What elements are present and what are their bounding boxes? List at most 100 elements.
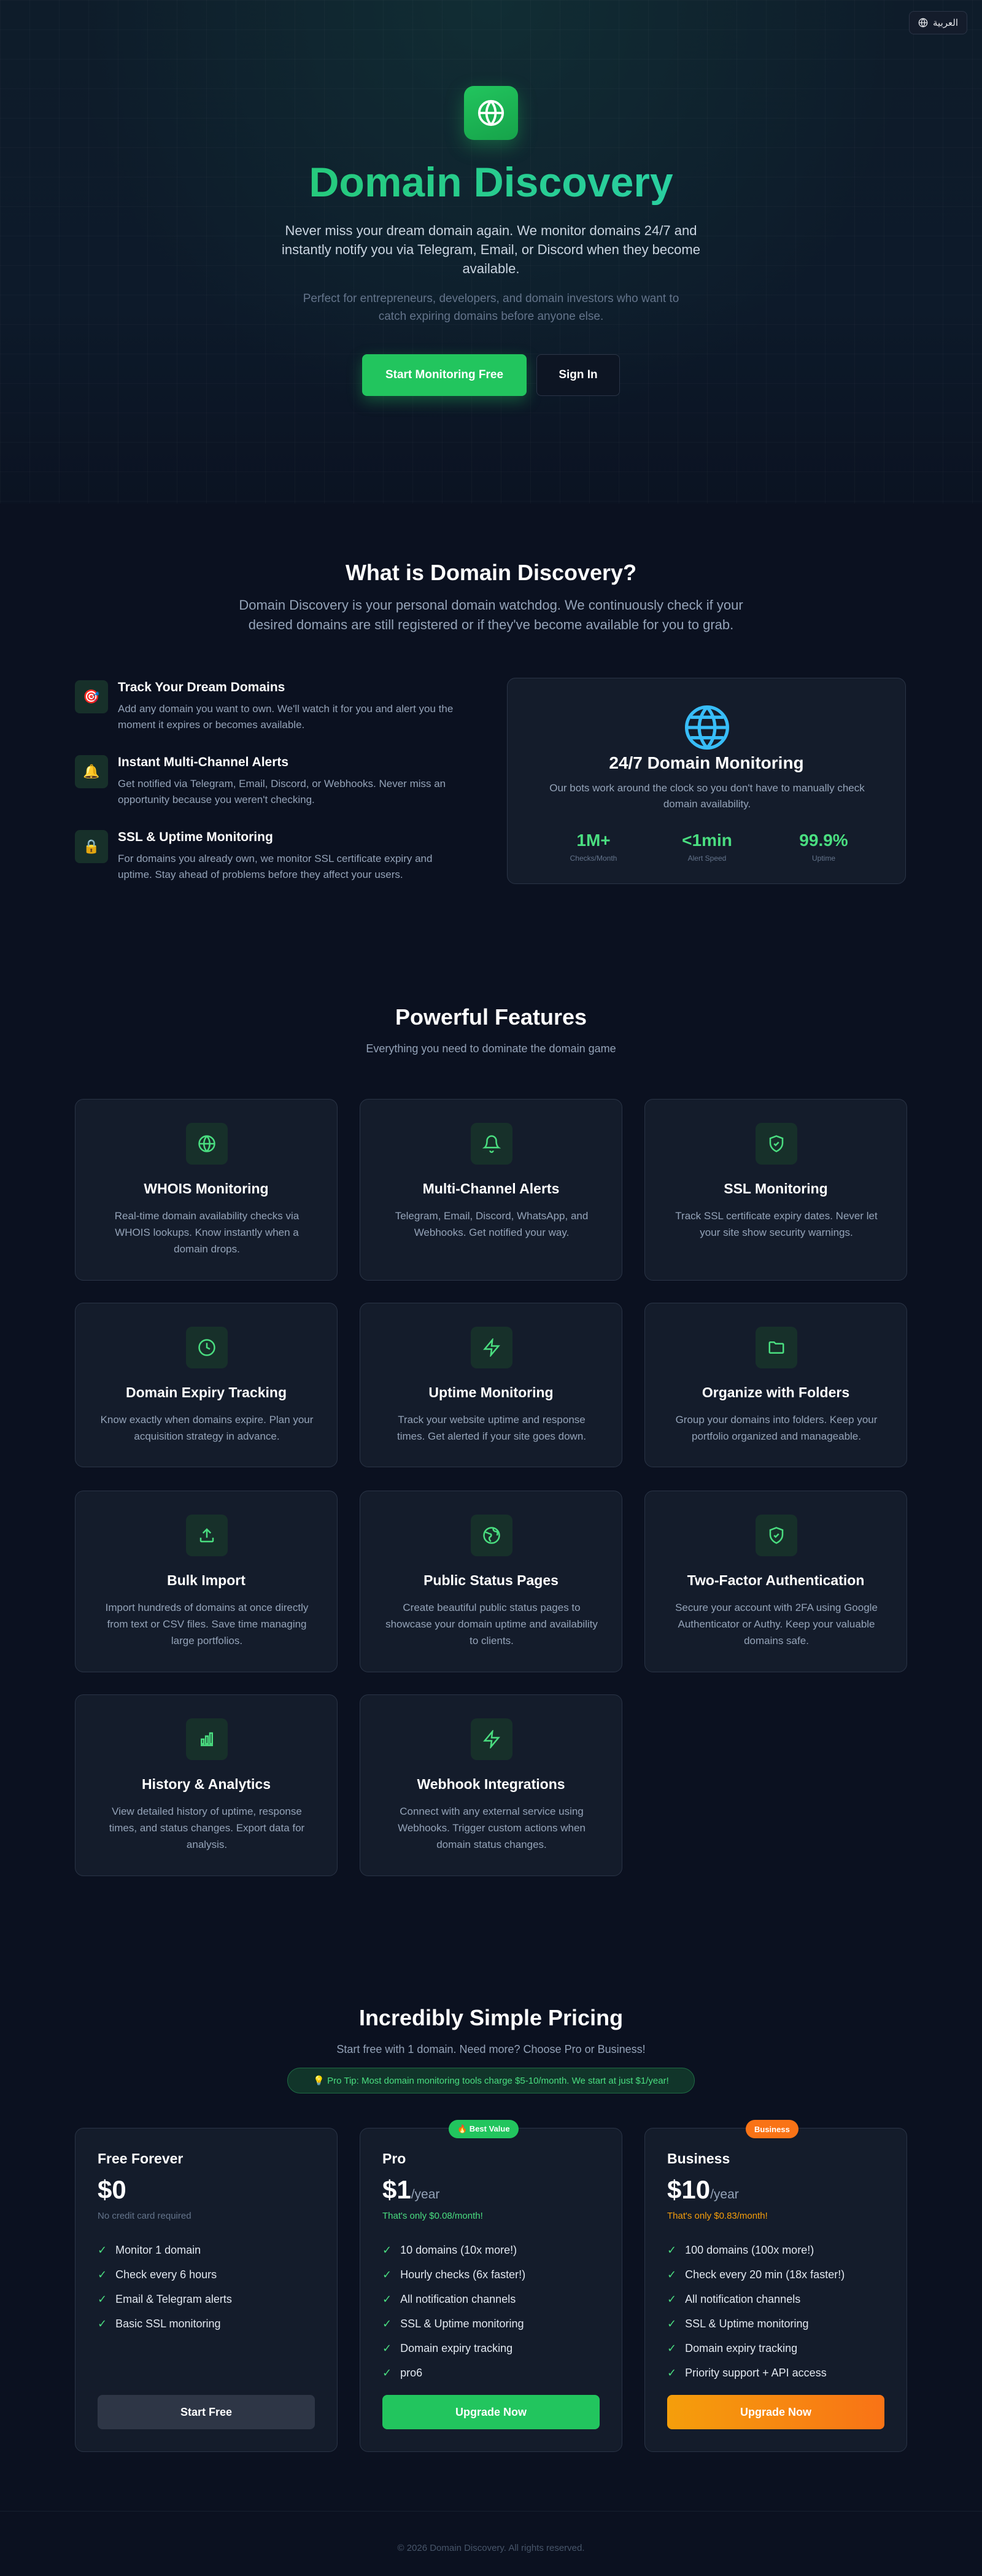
list-item: ✓ Priority support + API access bbox=[667, 2366, 827, 2379]
feature-card-status-pages: Public Status Pages Create beautiful pub… bbox=[360, 1491, 622, 1672]
start-monitoring-button[interactable]: Start Monitoring Free bbox=[362, 354, 527, 396]
shield-icon bbox=[756, 1123, 797, 1165]
feature-card-analytics: History & Analytics View detailed histor… bbox=[75, 1694, 338, 1876]
list-item: ✓ Email & Telegram alerts bbox=[98, 2292, 232, 2305]
list-item: ✓ Check every 6 hours bbox=[98, 2268, 217, 2281]
feature-title: Public Status Pages bbox=[423, 1572, 559, 1588]
plan-price: $0 bbox=[98, 2175, 126, 2204]
what-item-desc: For domains you already own, we monitor … bbox=[118, 853, 433, 880]
stat-alert-speed: <1min Alert Speed bbox=[646, 831, 768, 863]
what-item-title: SSL & Uptime Monitoring bbox=[118, 830, 273, 844]
feature-desc: View detailed history of uptime, respons… bbox=[109, 1806, 305, 1850]
world-icon bbox=[471, 1515, 512, 1556]
language-switch-button[interactable]: العربية bbox=[909, 11, 967, 34]
feature-desc: Track your website uptime and response t… bbox=[396, 1414, 587, 1442]
globe-icon bbox=[477, 99, 505, 126]
what-section-subtitle: Domain Discovery is your personal domain… bbox=[239, 597, 743, 632]
check-icon: ✓ bbox=[98, 2317, 107, 2330]
plan-note: That's only $0.83/month! bbox=[667, 2211, 768, 2221]
what-item-ssl: 🔒 SSL & Uptime Monitoring For domains yo… bbox=[75, 830, 468, 883]
feature-desc: Real-time domain availability checks via… bbox=[114, 1210, 300, 1255]
what-item-title: Track Your Dream Domains bbox=[118, 680, 285, 694]
what-item-desc: Get notified via Telegram, Email, Discor… bbox=[118, 778, 446, 805]
feature-desc: Connect with any external service using … bbox=[398, 1806, 586, 1850]
bell-icon: 🔔 bbox=[75, 755, 108, 788]
plan-note: No credit card required bbox=[98, 2211, 191, 2221]
list-item: ✓ Monitor 1 domain bbox=[98, 2243, 201, 2256]
target-icon: 🎯 bbox=[75, 680, 108, 713]
feature-desc: Know exactly when domains expire. Plan y… bbox=[100, 1414, 314, 1442]
check-icon: ✓ bbox=[667, 2292, 677, 2305]
plan-note: That's only $0.08/month! bbox=[382, 2211, 483, 2221]
feature-card-ssl: SSL Monitoring Track SSL certificate exp… bbox=[644, 1099, 907, 1281]
feature-desc: Track SSL certificate expiry dates. Neve… bbox=[675, 1210, 878, 1238]
start-free-button[interactable]: Start Free bbox=[98, 2395, 315, 2429]
pricing-section-title: Incredibly Simple Pricing bbox=[358, 2005, 624, 2030]
check-icon: ✓ bbox=[382, 2317, 392, 2330]
lock-icon: 🔒 bbox=[75, 830, 108, 863]
list-item: ✓ pro6 bbox=[382, 2366, 423, 2379]
logo bbox=[464, 86, 518, 140]
monitoring-card: 24/7 Domain Monitoring Our bots work aro… bbox=[507, 678, 906, 884]
feature-desc: Telegram, Email, Discord, WhatsApp, and … bbox=[395, 1210, 589, 1238]
sign-in-button[interactable]: Sign In bbox=[536, 354, 620, 396]
upgrade-pro-button[interactable]: Upgrade Now bbox=[382, 2395, 600, 2429]
upload-icon bbox=[186, 1515, 228, 1556]
feature-card-expiry: Domain Expiry Tracking Know exactly when… bbox=[75, 1303, 338, 1467]
feature-card-2fa: Two-Factor Authentication Secure your ac… bbox=[644, 1491, 907, 1672]
features-section-subtitle: Everything you need to dominate the doma… bbox=[366, 1042, 616, 1055]
business-badge: Business bbox=[746, 2120, 798, 2138]
globe-icon bbox=[685, 705, 729, 750]
feature-title: Two-Factor Authentication bbox=[687, 1572, 865, 1588]
clock-icon bbox=[186, 1327, 228, 1368]
footer-copyright: © 2026 Domain Discovery. All rights rese… bbox=[397, 2543, 585, 2553]
best-value-badge: 🔥 Best Value bbox=[449, 2120, 519, 2138]
feature-title: WHOIS Monitoring bbox=[144, 1181, 269, 1197]
list-item: ✓ Domain expiry tracking bbox=[667, 2341, 798, 2354]
feature-desc: Secure your account with 2FA using Googl… bbox=[675, 1602, 878, 1647]
list-item: ✓ Check every 20 min (18x faster!) bbox=[667, 2268, 845, 2281]
globe-icon bbox=[186, 1123, 228, 1165]
stat-label: Uptime bbox=[811, 854, 835, 863]
stat-label: Checks/Month bbox=[570, 854, 617, 863]
list-item: ✓ 10 domains (10x more!) bbox=[382, 2243, 517, 2256]
feature-title: Webhook Integrations bbox=[417, 1776, 565, 1792]
stat-uptime: 99.9% Uptime bbox=[762, 831, 885, 863]
hero-subtitle: Never miss your dream domain again. We m… bbox=[282, 223, 700, 276]
plan-name: Free Forever bbox=[98, 2151, 184, 2167]
plan-price: $1/year bbox=[382, 2175, 440, 2204]
pricing-section-subtitle: Start free with 1 domain. Need more? Cho… bbox=[336, 2043, 646, 2055]
check-icon: ✓ bbox=[382, 2243, 392, 2256]
feature-card-whois: WHOIS Monitoring Real-time domain availa… bbox=[75, 1099, 338, 1281]
feature-card-folders: Organize with Folders Group your domains… bbox=[644, 1303, 907, 1467]
feature-title: History & Analytics bbox=[141, 1776, 271, 1792]
stat-label: Alert Speed bbox=[687, 854, 727, 863]
feature-title: Organize with Folders bbox=[702, 1384, 850, 1400]
check-icon: ✓ bbox=[667, 2317, 677, 2330]
plan-price: $10/year bbox=[667, 2175, 739, 2204]
footer-divider bbox=[0, 2511, 982, 2512]
list-item: ✓ SSL & Uptime monitoring bbox=[667, 2317, 809, 2330]
feature-desc: Group your domains into folders. Keep yo… bbox=[675, 1414, 878, 1442]
plan-feature-list: ✓ 100 domains (100x more!) ✓ Check every 2… bbox=[667, 2238, 845, 2385]
upgrade-business-button[interactable]: Upgrade Now bbox=[667, 2395, 884, 2429]
bolt-icon bbox=[471, 1718, 512, 1760]
what-item-desc: Add any domain you want to own. We'll wa… bbox=[118, 703, 454, 731]
plan-feature-list: ✓ Monitor 1 domain ✓ Check every 6 hours ✓… bbox=[98, 2238, 232, 2336]
bell-icon bbox=[471, 1123, 512, 1165]
globe-icon bbox=[918, 18, 928, 28]
stat-checks: 1M+ Checks/Month bbox=[532, 831, 655, 863]
feature-card-bulk-import: Bulk Import Import hundreds of domains a… bbox=[75, 1491, 338, 1672]
what-item-alerts: 🔔 Instant Multi-Channel Alerts Get notif… bbox=[75, 755, 468, 808]
plan-card-business: Business Business $10/year That's only $… bbox=[644, 2120, 907, 2452]
check-icon: ✓ bbox=[667, 2268, 677, 2281]
check-icon: ✓ bbox=[667, 2366, 677, 2379]
check-icon: ✓ bbox=[667, 2243, 677, 2256]
plan-name: Pro bbox=[382, 2151, 406, 2167]
monitoring-card-title: 24/7 Domain Monitoring bbox=[609, 753, 804, 772]
feature-card-alerts: Multi-Channel Alerts Telegram, Email, Di… bbox=[360, 1099, 622, 1281]
list-item: ✓ SSL & Uptime monitoring bbox=[382, 2317, 524, 2330]
plan-card-free: Free Forever $0 No credit card required … bbox=[75, 2128, 338, 2452]
feature-card-uptime: Uptime Monitoring Track your website upt… bbox=[360, 1303, 622, 1467]
list-item: ✓ All notification channels bbox=[667, 2292, 801, 2305]
